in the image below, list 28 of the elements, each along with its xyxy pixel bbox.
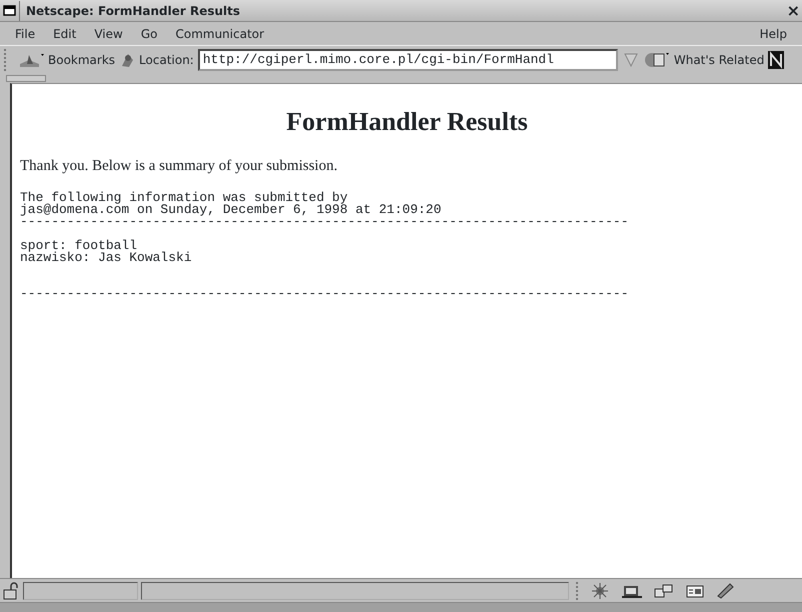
netscape-logo-icon — [768, 50, 784, 68]
url-field[interactable]: http://cgiperl.mimo.core.pl/cgi-bin/FormHandl — [198, 48, 618, 70]
whats-related-button[interactable]: What's Related — [674, 50, 764, 68]
preformatted-line: nazwisko: Jas Kowalski — [20, 252, 193, 264]
dashed-rule-text: ------------------------------------------------------------------------------ — [20, 288, 630, 300]
address-card-icon[interactable] — [686, 582, 704, 598]
preformatted-line: The following information was submitted by — [20, 192, 349, 204]
menu-item[interactable]: Go — [134, 24, 164, 42]
bookmarks-label: Bookmarks — [48, 52, 116, 68]
close-button[interactable]: × — [786, 0, 802, 22]
page-heading: FormHandler Results — [285, 106, 529, 138]
bookmarks-button[interactable]: Bookmarks — [19, 50, 116, 68]
menu-item[interactable]: Edit — [46, 24, 84, 42]
menu-item[interactable]: View — [87, 24, 130, 42]
menu-item[interactable]: Communicator — [168, 24, 272, 42]
window-title: Netscape: FormHandler Results — [26, 2, 242, 20]
preformatted-line: jas@domena.com on Sunday, December 6, 1998 at 21:09:20 — [20, 204, 442, 216]
chat-icon[interactable] — [654, 582, 674, 598]
menu-item[interactable]: File — [8, 24, 42, 42]
toolbar-handle[interactable] — [6, 74, 46, 82]
navigator-icon[interactable] — [590, 582, 610, 598]
preformatted-line: sport: football — [20, 240, 138, 252]
pen-icon[interactable] — [716, 582, 734, 600]
window-menu-icon[interactable] — [3, 4, 16, 17]
location-label: Location: — [139, 52, 194, 68]
dashed-rule-text: ------------------------------------------------------------------------------ — [20, 216, 630, 228]
intro-text: Thank you. Below is a summary of your submission. — [20, 157, 338, 176]
menu-item[interactable]: Help — [752, 24, 794, 42]
